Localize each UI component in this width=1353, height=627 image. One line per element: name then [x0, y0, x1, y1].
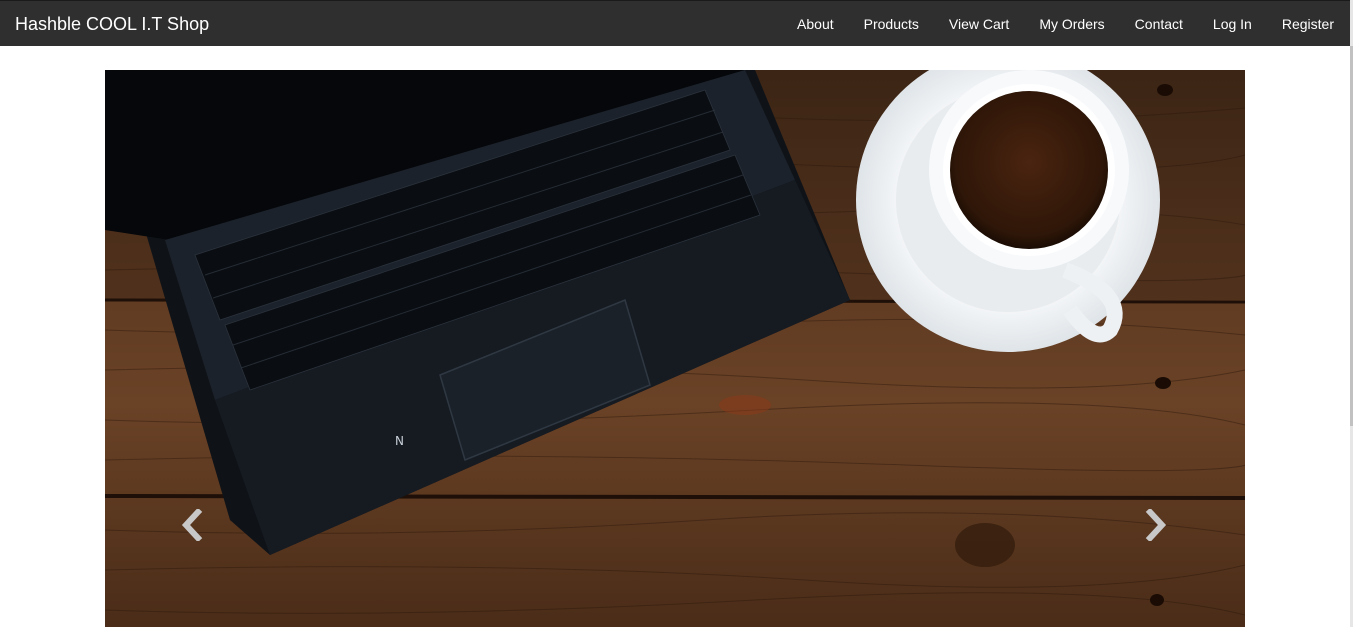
nav-contact-link[interactable]: Contact	[1120, 1, 1198, 47]
chevron-right-icon	[1145, 509, 1167, 541]
nav-products-link[interactable]: Products	[849, 1, 934, 47]
chevron-left-icon	[181, 509, 203, 541]
brand-link[interactable]: Hashble COOL I.T Shop	[15, 13, 209, 35]
nav-about-link[interactable]: About	[782, 1, 849, 47]
page: Hashble COOL I.T Shop About Products Vie…	[0, 0, 1353, 627]
nav-register-link[interactable]: Register	[1267, 1, 1334, 47]
top-navbar: Hashble COOL I.T Shop About Products Vie…	[0, 0, 1350, 46]
nav-my-orders-link[interactable]: My Orders	[1024, 1, 1119, 47]
nav-menu: About Products View Cart My Orders Conta…	[782, 1, 1334, 47]
nav-log-in-link[interactable]: Log In	[1198, 1, 1267, 47]
carousel-prev-control[interactable]	[177, 500, 207, 550]
carousel-slide-image: N	[105, 70, 1245, 627]
nav-view-cart-link[interactable]: View Cart	[934, 1, 1024, 47]
hero-carousel: N	[105, 70, 1245, 627]
svg-text:N: N	[395, 434, 404, 448]
carousel-next-control[interactable]	[1141, 500, 1171, 550]
